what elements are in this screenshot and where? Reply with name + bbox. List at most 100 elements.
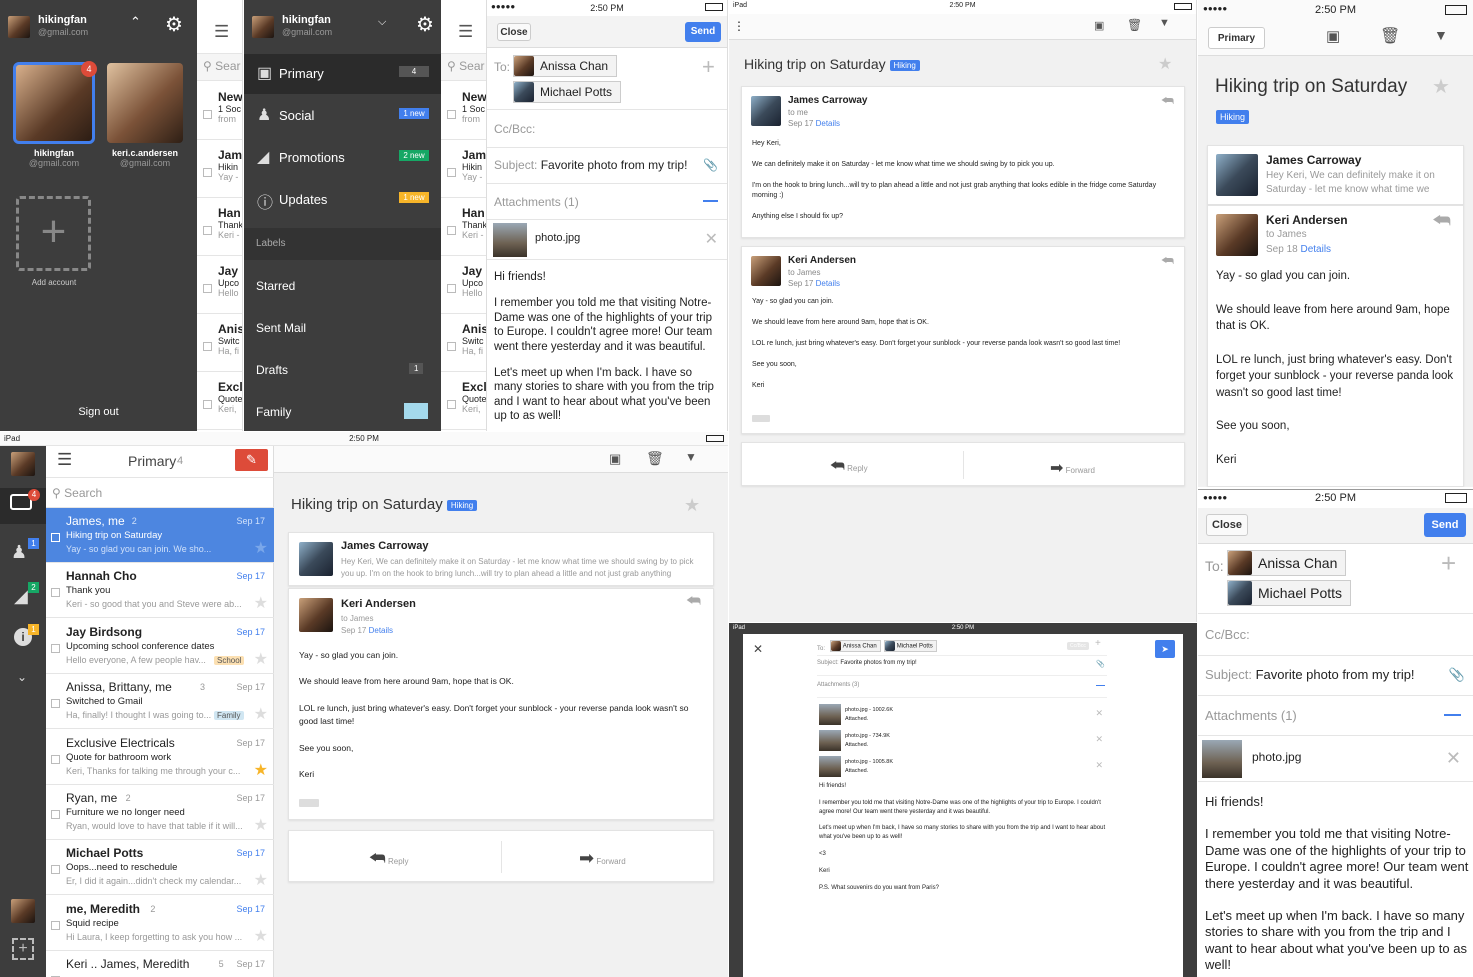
- chevron-down-icon[interactable]: ▼: [685, 450, 697, 464]
- to-field[interactable]: To: Anissa Chan Michael Potts +: [487, 48, 727, 110]
- collapse-icon[interactable]: [1444, 714, 1461, 716]
- nav-item-updates[interactable]: ⓘ Updates 1 new: [244, 180, 441, 220]
- forward-button[interactable]: ➡ Forward: [1050, 458, 1095, 478]
- add-recipient-icon[interactable]: +: [1441, 548, 1456, 579]
- close-button[interactable]: Close: [1206, 514, 1248, 536]
- send-button[interactable]: Send: [685, 22, 721, 42]
- paperclip-icon[interactable]: 📎: [1096, 660, 1105, 668]
- attachments-header[interactable]: Attachments (3): [817, 682, 1107, 698]
- label-chip[interactable]: School: [214, 655, 245, 665]
- star-icon[interactable]: ★: [254, 926, 268, 946]
- reply-icon[interactable]: ⮪: [686, 593, 701, 611]
- checkbox[interactable]: [51, 588, 60, 598]
- thread-label[interactable]: Hiking: [889, 59, 920, 71]
- account-tile-active[interactable]: 4: [13, 61, 97, 144]
- add-recipient-icon[interactable]: +: [702, 54, 715, 80]
- ccbcc-button[interactable]: Cc/Bcc: [1067, 642, 1089, 650]
- recipient-chip[interactable]: Anissa Chan: [513, 55, 618, 77]
- star-icon[interactable]: ★: [684, 495, 700, 516]
- collapse-icon[interactable]: [1096, 685, 1105, 686]
- show-trimmed-icon[interactable]: [752, 415, 770, 422]
- list-item[interactable]: Han Thank Keri -: [441, 198, 486, 256]
- list-item[interactable]: New 1 Soc from: [197, 82, 242, 140]
- trash-icon[interactable]: 🗑: [1380, 26, 1400, 46]
- chevron-down-icon[interactable]: ⌵: [378, 16, 386, 29]
- star-icon[interactable]: ★: [254, 649, 268, 669]
- checkbox[interactable]: [447, 400, 456, 409]
- nav-item-social[interactable]: ♟ Social 1 new: [244, 96, 441, 136]
- checkbox[interactable]: [203, 284, 212, 293]
- message-card-collapsed[interactable]: James Carroway Hey Keri, We can definite…: [288, 532, 714, 586]
- account-tile-second[interactable]: [107, 63, 183, 143]
- menu-icon[interactable]: ☰: [214, 22, 229, 42]
- remove-attachment-icon[interactable]: ✕: [1446, 748, 1461, 769]
- list-item[interactable]: Jam Hikin Yay -: [197, 140, 242, 198]
- thread-label[interactable]: Hiking: [446, 499, 478, 511]
- checkbox[interactable]: [447, 226, 456, 235]
- table-row[interactable]: Michael Potts Sep 17 Oops...need to resche…: [46, 840, 274, 896]
- star-icon[interactable]: ★: [254, 815, 268, 835]
- paperclip-icon[interactable]: 📎: [1449, 667, 1465, 683]
- rail-inbox[interactable]: 4: [0, 488, 46, 524]
- search-input[interactable]: ⚲ Search: [46, 478, 274, 508]
- account-header[interactable]: hikingfan @gmail.com ⌵ ⚙: [252, 12, 437, 40]
- remove-attachment-icon[interactable]: ✕: [705, 229, 718, 249]
- thread-label[interactable]: Hiking: [1216, 110, 1250, 124]
- chevron-down-icon[interactable]: ▼: [1434, 27, 1448, 43]
- checkbox[interactable]: [51, 920, 60, 930]
- to-field[interactable]: To: Anissa Chan Michael Potts Cc/Bcc +: [817, 638, 1107, 656]
- ccbcc-field[interactable]: Cc/Bcc:: [487, 110, 727, 148]
- avatar[interactable]: [11, 452, 35, 476]
- nav-label-drafts[interactable]: Drafts 1: [244, 350, 441, 390]
- rail-social[interactable]: ♟ 1: [0, 536, 46, 570]
- recipient-chip[interactable]: Anissa Chan: [829, 640, 881, 652]
- checkbox[interactable]: [447, 342, 456, 351]
- reply-icon[interactable]: ⮪: [1432, 210, 1451, 233]
- reply-button[interactable]: ⮪ Reply: [369, 848, 408, 869]
- attachments-header[interactable]: Attachments (1): [487, 184, 727, 220]
- send-button[interactable]: ➤: [1155, 640, 1175, 658]
- trash-icon[interactable]: 🗑: [646, 450, 664, 467]
- recipient-chip[interactable]: Anissa Chan: [1227, 550, 1347, 576]
- recipient-chip[interactable]: Michael Potts: [1227, 580, 1352, 606]
- details-link[interactable]: Details: [1300, 244, 1331, 255]
- list-item[interactable]: Jay Upco Hello: [197, 256, 242, 314]
- list-item[interactable]: New 1 Soc from: [441, 82, 486, 140]
- table-row[interactable]: me, Meredith 2 Sep 17 Squid recipe Hi Laura,…: [46, 896, 274, 951]
- checkbox[interactable]: [203, 110, 212, 119]
- message-card-collapsed[interactable]: James Carroway Hey Keri, We can definite…: [1207, 145, 1464, 205]
- to-field[interactable]: To: Anissa Chan Michael Potts +: [1198, 544, 1473, 614]
- gear-icon[interactable]: ⚙: [416, 12, 434, 37]
- star-icon[interactable]: ★: [1158, 54, 1172, 74]
- more-icon[interactable]: ⋮: [733, 19, 745, 33]
- details-link[interactable]: Details: [816, 279, 840, 288]
- add-recipient-icon[interactable]: +: [1095, 638, 1101, 649]
- list-item[interactable]: Han Thank Keri -: [197, 198, 242, 256]
- table-row[interactable]: Jay Birdsong Sep 17 Upcoming school confer…: [46, 619, 274, 674]
- list-item[interactable]: Jay Upco Hello: [441, 256, 486, 314]
- paperclip-icon[interactable]: 📎: [703, 158, 718, 172]
- subject-field[interactable]: Subject: Favorite photo from my trip! 📎: [1198, 656, 1473, 696]
- show-trimmed-icon[interactable]: [299, 799, 319, 807]
- recipient-chip[interactable]: Michael Potts: [883, 640, 937, 652]
- star-icon[interactable]: ★: [254, 593, 268, 613]
- checkbox[interactable]: [51, 810, 60, 819]
- gear-icon[interactable]: ⚙: [165, 12, 183, 37]
- nav-label-family[interactable]: Family: [244, 392, 441, 431]
- reply-icon[interactable]: ⮪: [1161, 92, 1174, 109]
- checkbox[interactable]: [51, 865, 60, 875]
- nav-label-sent-mail[interactable]: Sent Mail: [244, 308, 441, 348]
- compose-body[interactable]: Hi friends! I remember you told me that v…: [494, 270, 722, 431]
- menu-icon[interactable]: ☰: [57, 450, 72, 470]
- sign-out-button[interactable]: Sign out: [0, 406, 197, 418]
- star-icon[interactable]: ★: [254, 870, 268, 890]
- nav-item-promotions[interactable]: ◢ Promotions 2 new: [244, 138, 441, 178]
- table-row[interactable]: Ryan, me 2 Sep 17 Furniture we no longer ne…: [46, 785, 274, 840]
- list-item[interactable]: Jam Hikin Yay -: [441, 140, 486, 198]
- star-icon[interactable]: ★: [1432, 74, 1450, 99]
- search-input[interactable]: ⚲ Sear: [197, 53, 242, 81]
- table-row[interactable]: Hannah Cho Sep 17 Thank you Keri - so good …: [46, 563, 274, 619]
- checkbox[interactable]: [447, 110, 456, 119]
- chevron-down-icon[interactable]: ⌄: [17, 670, 27, 684]
- ccbcc-field[interactable]: Cc/Bcc:: [1198, 614, 1473, 656]
